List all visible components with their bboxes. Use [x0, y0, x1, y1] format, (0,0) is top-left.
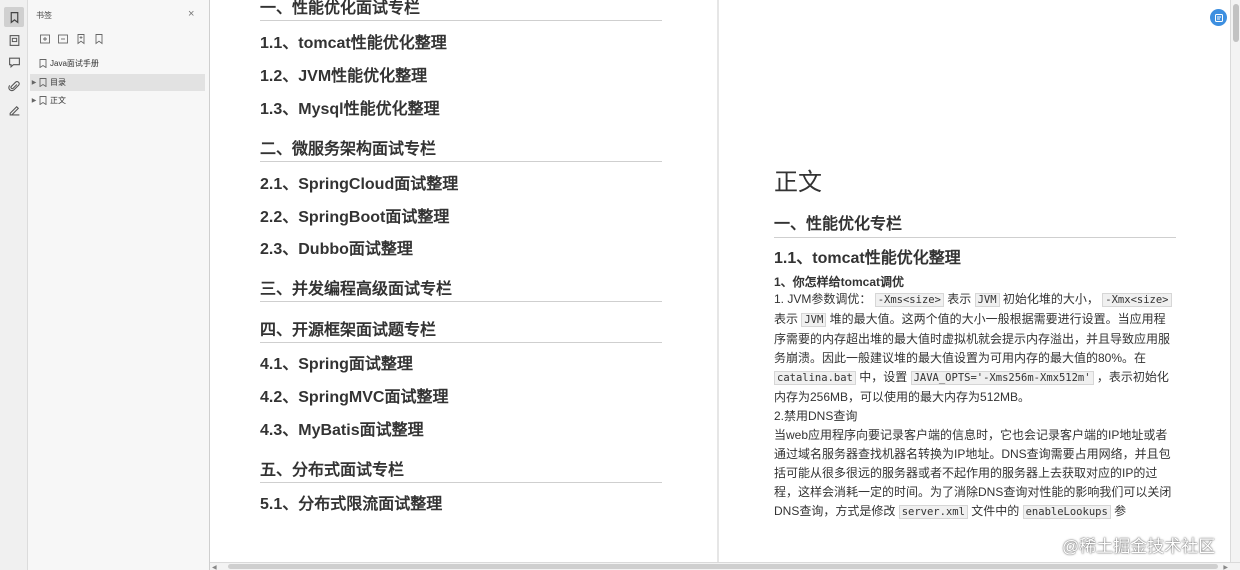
- close-panel-button[interactable]: ×: [188, 8, 194, 20]
- scrollbar-thumb[interactable]: [1233, 4, 1239, 42]
- bookmark-item[interactable]: ▶ 正文: [30, 92, 205, 109]
- toc-entry[interactable]: 2.3、Dubbo面试整理: [260, 235, 413, 259]
- bookmark-label: 正文: [50, 96, 66, 105]
- toc-entry[interactable]: 5.1、分布式限流面试整理: [260, 490, 442, 514]
- toc-entry[interactable]: 1.3、Mysql性能优化整理: [260, 95, 440, 119]
- toc-entry[interactable]: 4.1、Spring面试整理: [260, 350, 413, 374]
- body-text-span: 参: [1114, 504, 1127, 518]
- bookmark-icon[interactable]: [4, 7, 24, 27]
- inline-code: -Xms<size>: [874, 293, 944, 307]
- inline-code: server.xml: [898, 505, 968, 519]
- page-toc: 一、性能优化面试专栏 1.1、tomcat性能优化整理 1.2、JVM性能优化整…: [210, 0, 717, 562]
- collapse-icon[interactable]: [57, 32, 69, 44]
- body-text: 1. JVM参数调优： -Xms<size> 表示 JVM 初始化堆的大小， -…: [774, 290, 1174, 522]
- bookmark-icon: [38, 59, 48, 69]
- toc-entry[interactable]: 1.1、tomcat性能优化整理: [260, 29, 447, 53]
- inline-code: -Xmx<size>: [1102, 293, 1172, 307]
- bookmark-label: Java面试手册: [50, 59, 99, 68]
- inline-code: JVM: [974, 293, 1000, 307]
- toc-entry[interactable]: 4.3、MyBatis面试整理: [260, 416, 424, 440]
- expand-arrow-icon[interactable]: ▶: [30, 97, 38, 104]
- panel-title: 书签: [36, 11, 52, 20]
- inline-code: enableLookups: [1022, 505, 1111, 519]
- body-text-span: 1. JVM参数调优：: [774, 292, 872, 306]
- bookmark-panel: 书签 × Java面试手册 ▶ 目录 ▶ 正文: [28, 0, 210, 570]
- toc-heading[interactable]: 一、性能优化面试专栏: [260, 0, 662, 21]
- bookmark-item[interactable]: Java面试手册: [30, 55, 205, 72]
- bookmark-icon: [38, 78, 48, 88]
- body-text-span: 初始化堆的大小，: [1002, 292, 1099, 306]
- vertical-scrollbar[interactable]: [1230, 0, 1240, 562]
- toc-entry[interactable]: 1.2、JVM性能优化整理: [260, 62, 427, 86]
- side-toolbar: [0, 0, 28, 570]
- bookmark-item[interactable]: ▶ 目录: [30, 74, 205, 91]
- page-thumbnail-icon[interactable]: [4, 30, 24, 50]
- subsection-heading: 1.1、tomcat性能优化整理: [774, 250, 961, 267]
- body-text-span: 中，设置: [859, 370, 908, 384]
- bookmark-label: 目录: [50, 78, 66, 87]
- body-text-span: 堆的最大值。这两个值的大小一般根据需要进行设置。当应用程序需要的内存超出堆的最大…: [774, 312, 1171, 365]
- horizontal-scrollbar[interactable]: ◀ ▶: [210, 562, 1240, 570]
- inline-code: catalina.bat: [774, 371, 856, 385]
- translate-icon[interactable]: [1210, 9, 1227, 26]
- signature-icon[interactable]: [4, 99, 24, 119]
- pdf-reader-window: 书签 × Java面试手册 ▶ 目录 ▶ 正文 一、性能优化面试专栏 1.1、t…: [0, 0, 1240, 570]
- body-text-span: 文件中的: [971, 504, 1020, 518]
- toc-entry[interactable]: 2.1、SpringCloud面试整理: [260, 170, 458, 194]
- expand-arrow-icon[interactable]: ▶: [30, 79, 38, 86]
- scroll-right-icon[interactable]: ▶: [1223, 564, 1228, 570]
- scroll-left-icon[interactable]: ◀: [212, 564, 217, 570]
- expand-icon[interactable]: [39, 32, 51, 44]
- body-text-span: 2.禁用DNS查询: [774, 409, 858, 423]
- watermark: @稀土掘金技术社区: [1062, 537, 1216, 556]
- toc-heading[interactable]: 五、分布式面试专栏: [260, 456, 662, 483]
- scrollbar-thumb[interactable]: [228, 564, 1218, 569]
- page-title: 正文: [774, 169, 822, 196]
- section-heading: 一、性能优化专栏: [774, 210, 1176, 238]
- attachment-icon[interactable]: [4, 76, 24, 96]
- question-heading: 1、你怎样给tomcat调优: [774, 275, 905, 289]
- bookmark-options-icon[interactable]: [93, 32, 105, 45]
- add-bookmark-icon[interactable]: [75, 32, 87, 45]
- toc-heading[interactable]: 三、并发编程高级面试专栏: [260, 275, 662, 302]
- document-viewer[interactable]: 一、性能优化面试专栏 1.1、tomcat性能优化整理 1.2、JVM性能优化整…: [210, 0, 1230, 562]
- toc-entry[interactable]: 4.2、SpringMVC面试整理: [260, 383, 448, 407]
- body-text-span: 表示: [774, 312, 799, 326]
- page-body: 正文 一、性能优化专栏 1.1、tomcat性能优化整理 1、你怎样给tomca…: [719, 0, 1230, 562]
- inline-code: JVM: [801, 313, 827, 327]
- bookmark-icon: [38, 96, 48, 106]
- inline-code: JAVA_OPTS='-Xms256m-Xmx512m': [910, 371, 1094, 385]
- toc-heading[interactable]: 二、微服务架构面试专栏: [260, 135, 662, 162]
- body-text-span: 表示: [947, 292, 972, 306]
- toc-entry[interactable]: 2.2、SpringBoot面试整理: [260, 203, 449, 227]
- comment-icon[interactable]: [4, 52, 24, 72]
- toc-heading[interactable]: 四、开源框架面试题专栏: [260, 316, 662, 343]
